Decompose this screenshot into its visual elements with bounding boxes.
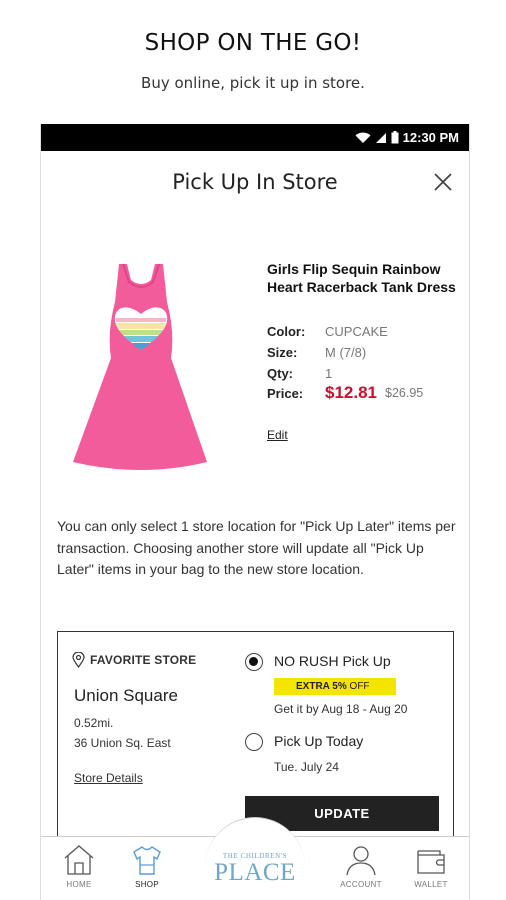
color-label: Color: <box>267 324 306 339</box>
nav-shop[interactable]: SHOP <box>117 843 177 889</box>
promo-subtitle: Buy online, pick it up in store. <box>141 74 365 92</box>
favorite-store-text: FAVORITE STORE <box>90 653 197 667</box>
status-bar: 12:30 PM <box>41 124 469 151</box>
product-color-row: Color: CUPCAKE <box>267 324 388 339</box>
no-rush-label[interactable]: NO RUSH Pick Up <box>274 653 391 669</box>
product-name: Girls Flip Sequin Rainbow Heart Racerbac… <box>267 261 456 295</box>
close-button[interactable] <box>431 170 455 194</box>
badge-strong: EXTRA 5% <box>296 681 347 692</box>
size-value: M (7/8) <box>325 345 367 360</box>
no-rush-radio[interactable] <box>245 653 263 671</box>
product-qty-row: Qty: 1 <box>267 366 332 381</box>
account-icon <box>346 846 376 876</box>
pickup-today-label[interactable]: Pick Up Today <box>274 733 363 749</box>
pickup-today-radio[interactable] <box>245 733 263 751</box>
nav-account-label: ACCOUNT <box>340 880 382 889</box>
store-address: 36 Union Sq. East <box>74 736 171 750</box>
nav-shop-label: SHOP <box>135 880 159 889</box>
price-label: Price: <box>267 385 304 401</box>
store-name: Union Square <box>74 686 178 705</box>
nav-account[interactable]: ACCOUNT <box>331 843 391 889</box>
store-details-link[interactable]: Store Details <box>74 771 143 785</box>
edit-link[interactable]: Edit <box>267 428 288 442</box>
product-price-row: Price: $12.81 $26.95 <box>267 383 423 403</box>
battery-icon <box>391 131 399 144</box>
sale-price: $12.81 <box>325 383 377 402</box>
wifi-icon <box>355 132 371 143</box>
home-icon <box>64 845 94 875</box>
modal-title: Pick Up In Store <box>172 170 338 194</box>
favorite-store-label: FAVORITE STORE <box>72 652 196 668</box>
qty-label: Qty: <box>267 366 293 381</box>
nav-wallet-label: WALLET <box>414 880 448 889</box>
nav-home-label: HOME <box>66 880 92 889</box>
badge-rest: OFF <box>346 681 370 692</box>
discount-badge: EXTRA 5% OFF <box>274 678 396 695</box>
logo-big-text: PLACE <box>214 859 296 886</box>
nav-wallet[interactable]: WALLET <box>401 843 461 889</box>
qty-value: 1 <box>325 366 333 381</box>
phone-screen: 12:30 PM Pick Up In Store Girls Flip Seq… <box>40 124 470 900</box>
size-label: Size: <box>267 345 298 360</box>
product-image <box>73 263 207 470</box>
signal-icon <box>375 132 386 143</box>
nav-home[interactable]: HOME <box>49 843 109 889</box>
original-price: $26.95 <box>385 386 424 400</box>
promo-title: SHOP ON THE GO! <box>144 30 362 56</box>
wallet-icon <box>417 850 445 874</box>
store-notice: You can only select 1 store location for… <box>57 518 456 577</box>
store-distance: 0.52mi. <box>74 716 114 730</box>
pickup-today-date: Tue. July 24 <box>274 760 339 774</box>
childrens-place-logo[interactable]: THE CHILDREN'S PLACE <box>205 824 305 886</box>
status-time: 12:30 PM <box>402 130 459 145</box>
color-value: CUPCAKE <box>325 324 388 339</box>
close-icon <box>434 173 452 191</box>
location-pin-icon <box>72 652 85 668</box>
shirt-icon <box>133 846 161 875</box>
no-rush-date: Get it by Aug 18 - Aug 20 <box>274 702 408 716</box>
product-size-row: Size: M (7/8) <box>267 345 366 360</box>
